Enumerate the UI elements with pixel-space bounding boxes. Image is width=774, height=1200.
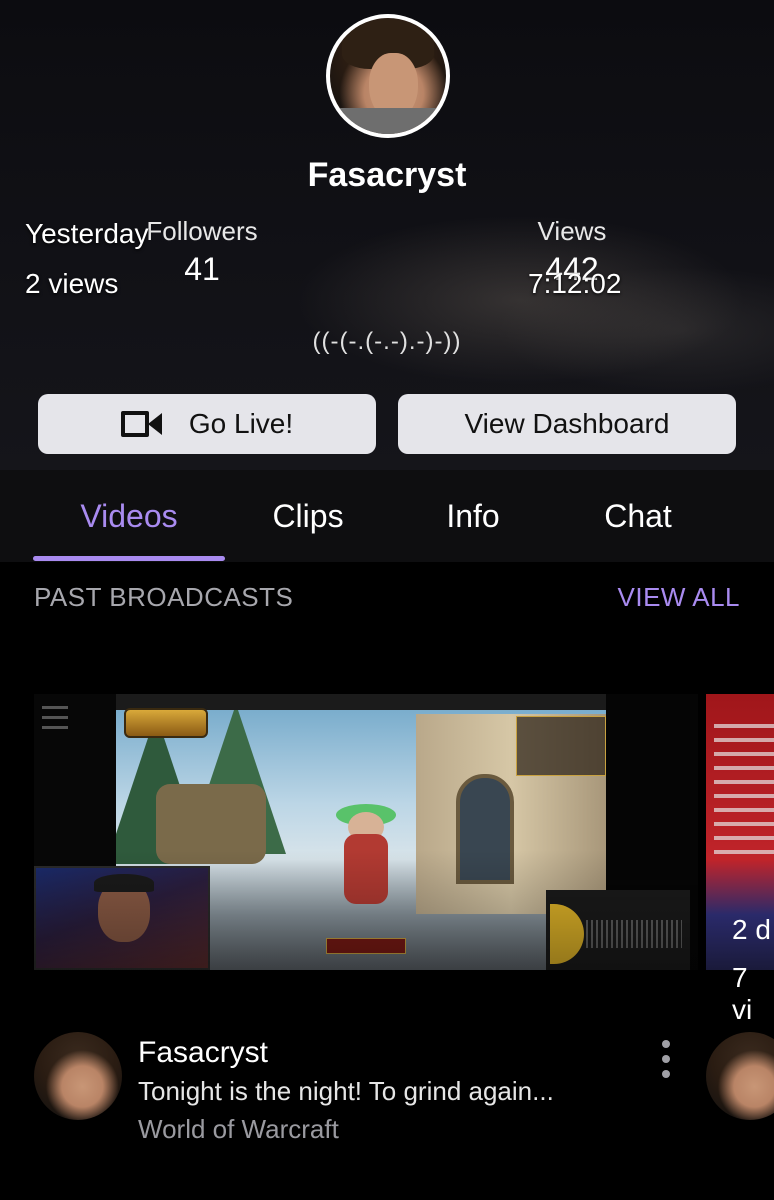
tab-videos[interactable]: Videos bbox=[33, 498, 225, 535]
video-channel-name: Fasacryst bbox=[138, 1036, 269, 1069]
go-live-label: Go Live! bbox=[188, 408, 294, 439]
video-duration: 7:12:02 bbox=[528, 268, 622, 299]
tab-chat[interactable]: Chat bbox=[562, 498, 714, 535]
active-tab-indicator bbox=[33, 556, 225, 561]
video-game[interactable]: World of Warcraft bbox=[138, 1114, 339, 1145]
profile-username: Fasacryst bbox=[307, 156, 467, 194]
channel-avatar[interactable] bbox=[34, 1032, 122, 1120]
video-date-next: 2 d bbox=[732, 914, 771, 945]
views-label: Views bbox=[537, 216, 607, 246]
avatar-image bbox=[330, 18, 446, 134]
tab-clips[interactable]: Clips bbox=[230, 498, 386, 535]
profile-tabs: Videos Clips Info Chat bbox=[0, 470, 774, 562]
section-title: PAST BROADCASTS bbox=[34, 582, 294, 612]
go-live-button[interactable]: Go Live! bbox=[38, 394, 376, 454]
video-camera-icon bbox=[120, 409, 163, 439]
profile-bio: ((-(-.(-.-).-)-)) bbox=[312, 328, 462, 355]
view-dashboard-label: View Dashboard bbox=[464, 408, 670, 439]
video-date: Yesterday bbox=[25, 218, 149, 249]
game-logo bbox=[124, 708, 208, 738]
followers-count: 41 bbox=[184, 251, 220, 287]
video-views: 2 views bbox=[25, 268, 119, 299]
channel-avatar-next[interactable] bbox=[706, 1032, 774, 1120]
profile-avatar[interactable] bbox=[326, 14, 450, 138]
video-title[interactable]: Tonight is the night! To grind again... bbox=[138, 1076, 554, 1107]
view-dashboard-button[interactable]: View Dashboard bbox=[398, 394, 736, 454]
tab-info[interactable]: Info bbox=[398, 498, 548, 535]
video-thumbnail[interactable] bbox=[34, 694, 698, 970]
video-views-next: 7 vi bbox=[732, 962, 753, 1025]
view-all-link[interactable]: VIEW ALL bbox=[618, 582, 741, 613]
more-vertical-icon[interactable] bbox=[656, 1040, 676, 1078]
